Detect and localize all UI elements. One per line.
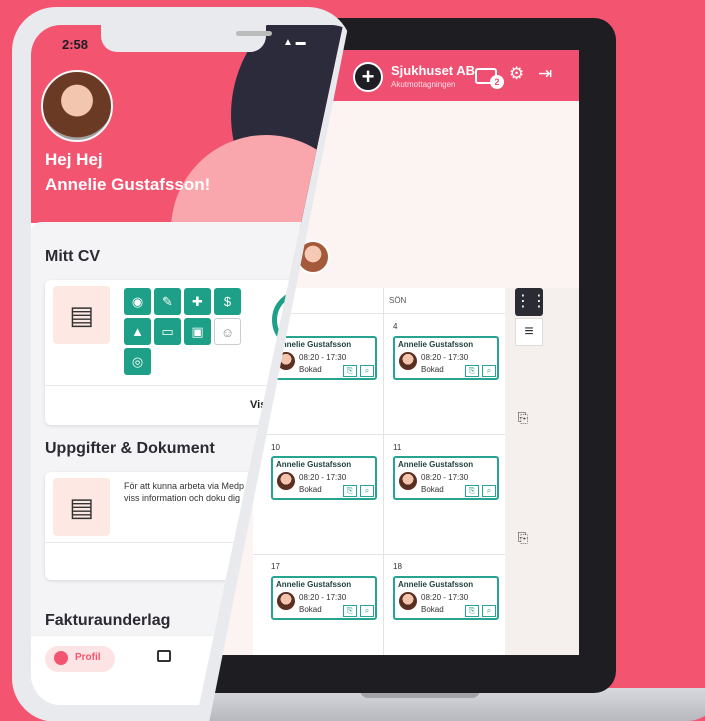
medical-kit-icon[interactable]: ✚ bbox=[184, 288, 211, 315]
copy-icon[interactable]: ⎘ bbox=[343, 485, 357, 497]
copy-icon[interactable]: ⎘ bbox=[343, 605, 357, 617]
search-icon[interactable]: ⌕ bbox=[482, 485, 496, 497]
exit-icon[interactable]: ⇥ bbox=[538, 64, 552, 84]
org-subtitle: Akutmottagningen bbox=[391, 80, 456, 89]
date-number: 18 bbox=[393, 562, 402, 571]
search-icon[interactable]: ⌕ bbox=[360, 605, 374, 617]
copy-icon[interactable]: ⎘ bbox=[513, 530, 533, 550]
shift-status: Bokad bbox=[299, 605, 322, 614]
row-divider bbox=[253, 434, 505, 435]
date-number: 4 bbox=[393, 322, 398, 331]
tab-profile[interactable]: Profil bbox=[45, 646, 115, 672]
search-icon[interactable]: ⌕ bbox=[482, 365, 496, 377]
shift-avatar bbox=[399, 352, 417, 370]
shift-status: Bokad bbox=[421, 605, 444, 614]
search-icon[interactable]: ⌕ bbox=[360, 485, 374, 497]
shift-time: 08:20 - 17:30 bbox=[299, 353, 347, 362]
greeting-line: Hej Hej bbox=[45, 150, 103, 169]
copy-icon[interactable]: ⎘ bbox=[343, 365, 357, 377]
money-icon[interactable]: $ bbox=[214, 288, 241, 315]
shift-card[interactable]: Annelie Gustafsson 08:20 - 17:30 Bokad ⎘… bbox=[393, 576, 499, 620]
profile-avatar[interactable] bbox=[41, 70, 113, 142]
org-logo-icon[interactable]: + bbox=[353, 62, 383, 92]
shift-employee: Annelie Gustafsson bbox=[276, 580, 352, 589]
greeting-name: Annelie Gustafsson! bbox=[45, 175, 211, 194]
shift-card[interactable]: Annelie Gustafsson 08:20 - 17:30 Bokad ⎘… bbox=[271, 336, 377, 380]
document-icon: ▤ bbox=[53, 478, 110, 536]
date-number: 11 bbox=[393, 443, 402, 452]
date-number: 17 bbox=[271, 562, 280, 571]
shift-avatar bbox=[277, 592, 295, 610]
shift-employee: Annelie Gustafsson bbox=[398, 460, 474, 469]
invoice-section-title: Fakturaunderlag bbox=[45, 612, 171, 629]
shift-time: 08:20 - 17:30 bbox=[421, 353, 469, 362]
shift-avatar bbox=[277, 472, 295, 490]
inbox-badge: 2 bbox=[490, 75, 504, 89]
shift-card[interactable]: Annelie Gustafsson 08:20 - 17:30 Bokad ⎘… bbox=[393, 336, 499, 380]
shift-time: 08:20 - 17:30 bbox=[421, 473, 469, 482]
shift-status: Bokad bbox=[299, 365, 322, 374]
shift-avatar bbox=[399, 592, 417, 610]
camera-icon[interactable]: ◉ bbox=[124, 288, 151, 315]
calendar-grid: R SÖN 4 10 11 17 18 Annelie Gustafsson 0… bbox=[253, 288, 505, 655]
shift-time: 08:20 - 17:30 bbox=[421, 593, 469, 602]
shift-status: Bokad bbox=[299, 485, 322, 494]
speaker bbox=[236, 31, 272, 36]
certificate-icon: ▤ bbox=[53, 286, 110, 344]
shift-status: Bokad bbox=[421, 485, 444, 494]
briefcase-icon[interactable] bbox=[157, 650, 171, 662]
shift-avatar bbox=[399, 472, 417, 490]
cv-section-title: Mitt CV bbox=[45, 248, 101, 265]
list-view-icon[interactable]: ≡ bbox=[515, 318, 543, 346]
shift-time: 08:20 - 17:30 bbox=[299, 593, 347, 602]
column-divider bbox=[383, 288, 384, 655]
day-header: SÖN bbox=[383, 288, 505, 314]
edit-icon[interactable]: ✎ bbox=[154, 288, 181, 315]
search-icon[interactable]: ⌕ bbox=[482, 605, 496, 617]
wifi-battery-icon: ▲ ▬ bbox=[283, 37, 306, 48]
phone-notch bbox=[101, 25, 272, 52]
shift-time: 08:20 - 17:30 bbox=[299, 473, 347, 482]
status-time: 2:58 bbox=[62, 37, 89, 52]
copy-icon[interactable]: ⎘ bbox=[465, 365, 479, 377]
row-divider bbox=[253, 554, 505, 555]
chat-icon[interactable]: ☺ bbox=[214, 318, 241, 345]
shift-employee: Annelie Gustafsson bbox=[398, 580, 474, 589]
copy-icon[interactable]: ⎘ bbox=[465, 605, 479, 617]
documents-section-title: Uppgifter & Dokument bbox=[45, 440, 215, 457]
date-number: 10 bbox=[271, 443, 280, 452]
gear-icon[interactable]: ⚙ bbox=[509, 64, 524, 84]
profile-icon bbox=[54, 651, 68, 665]
shift-status: Bokad bbox=[421, 365, 444, 374]
copy-icon[interactable]: ⎘ bbox=[513, 410, 533, 430]
laptop-icon[interactable]: ▭ bbox=[154, 318, 181, 345]
search-icon[interactable]: ⌕ bbox=[360, 365, 374, 377]
graduation-icon[interactable]: ▲ bbox=[124, 318, 151, 345]
shift-employee: Annelie Gustafsson bbox=[276, 340, 352, 349]
shift-card[interactable]: Annelie Gustafsson 08:20 - 17:30 Bokad ⎘… bbox=[393, 456, 499, 500]
tab-profile-label: Profil bbox=[75, 652, 101, 663]
id-card-icon[interactable]: ▣ bbox=[184, 318, 211, 345]
org-name: Sjukhuset AB bbox=[391, 63, 476, 78]
shift-card[interactable]: Annelie Gustafsson 08:20 - 17:30 Bokad ⎘… bbox=[271, 456, 377, 500]
grid-view-icon[interactable]: ⋮⋮ bbox=[515, 288, 547, 316]
shift-employee: Annelie Gustafsson bbox=[276, 460, 352, 469]
shift-card[interactable]: Annelie Gustafsson 08:20 - 17:30 Bokad ⎘… bbox=[271, 576, 377, 620]
copy-icon[interactable]: ⎘ bbox=[465, 485, 479, 497]
globe-icon[interactable]: ◎ bbox=[124, 348, 151, 375]
shift-employee: Annelie Gustafsson bbox=[398, 340, 474, 349]
